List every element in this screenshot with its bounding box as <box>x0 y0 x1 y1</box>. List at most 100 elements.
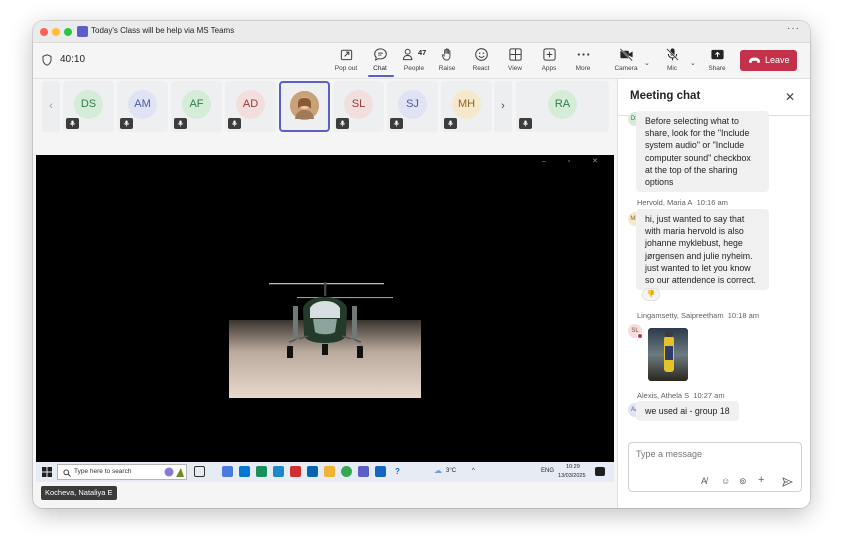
camera-options-chevron-down-icon[interactable]: ⌄ <box>644 59 650 67</box>
participant-avatar: MH <box>452 90 481 119</box>
chat-panel-title: Meeting chat <box>630 90 701 102</box>
participant-photo <box>290 91 319 120</box>
muted-mic-icon <box>174 118 187 129</box>
gallery-previous-chevron-left-icon[interactable]: ‹ <box>42 81 60 132</box>
shield-icon <box>42 54 52 66</box>
task-view-icon[interactable] <box>194 466 205 477</box>
meeting-chat-panel: Meeting chat ✕ DS Before selecting what … <box>617 79 810 508</box>
participant-initials: RA <box>554 98 571 110</box>
teams-taskbar-icon[interactable] <box>358 466 369 477</box>
participant-initials: SL <box>351 98 366 110</box>
people-count: 47 <box>418 48 427 57</box>
outlook-icon[interactable] <box>307 466 318 477</box>
participant-avatar: AF <box>182 90 211 119</box>
participant-tile[interactable]: SL <box>333 81 384 132</box>
app-window-icon[interactable] <box>375 466 386 477</box>
share-label: Share <box>708 65 726 72</box>
sender-name: Lingamsetty, Saipreetham <box>637 311 724 320</box>
close-window-button[interactable] <box>40 28 48 36</box>
participant-tile[interactable]: AF <box>171 81 222 132</box>
emoji-icon <box>474 48 488 61</box>
window-more-icon[interactable]: ··· <box>787 23 800 34</box>
pop-out-icon <box>340 49 352 61</box>
share-screen-icon <box>710 49 724 60</box>
file-explorer-icon[interactable] <box>324 466 335 477</box>
message-reaction-thumbs-down-icon[interactable]: 👎 <box>642 288 660 301</box>
participant-tile[interactable]: AD <box>225 81 276 132</box>
sender-name: Alexis, Athela S <box>637 391 690 400</box>
phone-hangup-icon <box>749 57 760 63</box>
leave-button[interactable]: Leave <box>740 50 797 71</box>
mic-button[interactable]: Mic <box>652 47 692 77</box>
message-line: options <box>645 177 674 188</box>
app-icon[interactable] <box>273 466 284 477</box>
attachment-thumbnail <box>664 332 674 372</box>
participant-tile[interactable]: MH <box>441 81 492 132</box>
maximize-window-button[interactable] <box>64 28 72 36</box>
loop-component-icon[interactable]: ⊚ <box>739 476 747 487</box>
taskbar-search-placeholder: Type here to search <box>74 468 132 475</box>
message-line: computer sound" checkbox <box>645 152 751 163</box>
participant-avatar: AD <box>236 90 265 119</box>
leave-label: Leave <box>765 55 790 65</box>
edge-icon[interactable] <box>256 466 267 477</box>
add-attachment-icon[interactable]: + <box>758 474 764 486</box>
participant-tile[interactable]: SJ <box>387 81 438 132</box>
participant-initials: AF <box>189 98 204 110</box>
taskbar-time: 10:29 <box>566 464 580 470</box>
notification-icon[interactable] <box>595 467 605 476</box>
meeting-stage: ‹ DS AM AF AD SL SJ MH › RA – ▫ ✕ Type h… <box>33 79 617 508</box>
participant-gallery: ‹ DS AM AF AD SL SJ MH › RA <box>39 81 611 133</box>
message-line: Before selecting what to <box>645 116 739 126</box>
camera-button[interactable]: Camera <box>606 47 646 77</box>
mic-options-chevron-down-icon[interactable]: ⌄ <box>690 59 696 67</box>
participant-avatar: DS <box>74 90 103 119</box>
message-line: jørgensen and julie nyheim. <box>645 250 753 261</box>
participant-avatar: AM <box>128 90 157 119</box>
message-line: system audio" or "Include <box>645 140 745 151</box>
share-button[interactable]: Share <box>697 47 737 77</box>
chrome-icon[interactable] <box>341 466 352 477</box>
store-icon[interactable] <box>239 466 250 477</box>
windows-start-icon[interactable] <box>42 467 52 477</box>
participant-tile[interactable]: DS <box>63 81 114 132</box>
sender-name: Hervold, Maria A <box>637 198 693 207</box>
acrobat-icon[interactable] <box>290 466 301 477</box>
window-title: Today's Class will be help via MS Teams <box>91 26 235 35</box>
chat-message: Before selecting what to share, look for… <box>636 111 769 193</box>
participant-tile[interactable]: AM <box>117 81 168 132</box>
message-input[interactable] <box>636 449 796 459</box>
taskbar-search-input[interactable]: Type here to search <box>57 464 187 480</box>
hand-icon <box>441 48 450 61</box>
muted-mic-icon <box>390 118 403 129</box>
message-image-attachment[interactable] <box>648 328 688 381</box>
copilot-icon[interactable] <box>222 466 233 477</box>
compose-box: A̸ ☺ ⊚ + <box>628 442 802 492</box>
participant-avatar: RA <box>548 90 577 119</box>
muted-mic-icon <box>336 118 349 129</box>
send-icon[interactable] <box>782 477 793 487</box>
format-text-icon[interactable]: A̸ <box>701 476 707 486</box>
participant-tile-overflow[interactable]: RA <box>516 81 609 132</box>
participant-tile[interactable] <box>279 81 330 132</box>
minimize-window-button[interactable] <box>52 28 60 36</box>
message-line: so our attendence is correct. <box>645 275 756 286</box>
message-line: johanne myklebust, hege <box>645 238 743 249</box>
close-chat-icon[interactable]: ✕ <box>785 90 795 104</box>
message-line: we used ai - group 18 <box>645 406 730 416</box>
language-indicator: ENG <box>541 468 555 474</box>
more-button[interactable]: More <box>563 47 603 77</box>
mic-off-icon <box>665 48 679 61</box>
presenter-name-label: Kocheva, Nataliya E <box>41 486 117 500</box>
search-icon <box>63 469 71 477</box>
tray-chevron-up-icon[interactable]: ^ <box>472 468 475 474</box>
gallery-next-chevron-right-icon[interactable]: › <box>494 81 512 132</box>
emoji-picker-icon[interactable]: ☺ <box>721 476 730 486</box>
muted-mic-icon <box>66 118 79 129</box>
participant-initials: MH <box>457 98 476 110</box>
teams-window: Today's Class will be help via MS Teams … <box>33 21 810 508</box>
message-line: hi, just wanted to say that <box>645 214 745 224</box>
help-icon[interactable]: ? <box>392 466 403 477</box>
teams-logo-icon <box>77 26 88 37</box>
windows-taskbar: Type here to search ? ☁ 3°C ^ ENG 10:29 … <box>36 462 614 482</box>
